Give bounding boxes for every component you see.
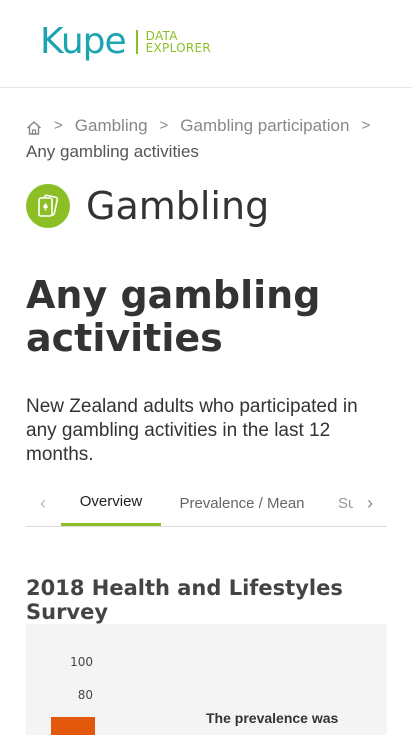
chevron-right-icon: > (361, 117, 371, 134)
page-description: New Zealand adults who participated in a… (26, 396, 358, 465)
breadcrumb-link-gambling[interactable]: Gambling (75, 113, 148, 139)
breadcrumb-link-gambling-participation[interactable]: Gambling participation (180, 113, 349, 139)
site-header: Kupe DATA EXPLORER (0, 0, 412, 88)
chevron-right-icon[interactable]: › (353, 480, 387, 526)
chevron-left-icon[interactable]: ‹ (26, 480, 60, 526)
logo-sub-line2: EXPLORER (145, 41, 212, 55)
breadcrumb: > Gambling > Gambling participation > An… (26, 113, 386, 165)
section-title: 2018 Health and Lifestyles Survey (26, 576, 343, 624)
chart-bar (51, 717, 95, 735)
tab-overview[interactable]: Overview (61, 480, 161, 526)
logo-wordmark: Kupe (40, 21, 127, 62)
topic-title: Gambling (86, 184, 270, 228)
home-icon[interactable] (26, 118, 42, 135)
tab-prevalence-mean[interactable]: Prevalence / Mean (172, 480, 312, 526)
playing-cards-icon (26, 184, 70, 228)
topic-heading: Gambling (26, 184, 269, 228)
breadcrumb-current: Any gambling activities (26, 142, 199, 161)
tab-bar: ‹ Overview Prevalence / Mean Su › (26, 480, 387, 527)
logo-divider (135, 30, 138, 54)
chevron-right-icon: > (159, 117, 169, 134)
prevalence-chart: 100 80 The prevalence was (26, 624, 387, 735)
chevron-right-icon: > (54, 117, 63, 134)
logo-subtitle: DATA EXPLORER (146, 30, 211, 54)
chart-annotation: The prevalence was (206, 710, 339, 726)
kupe-logo[interactable]: Kupe DATA EXPLORER (40, 22, 211, 62)
page-title: Any gambling activities (26, 273, 321, 360)
y-tick-label-100: 100 (70, 655, 93, 669)
y-tick-label-80: 80 (77, 688, 93, 702)
